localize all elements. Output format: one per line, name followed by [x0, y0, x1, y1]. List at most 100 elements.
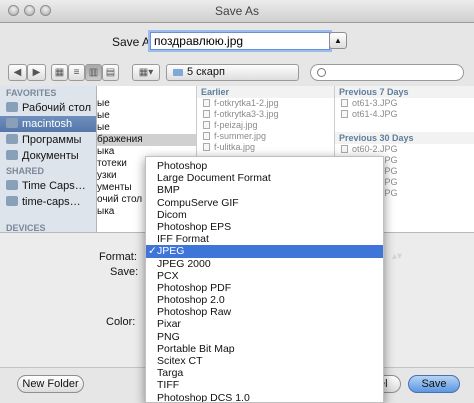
list-item[interactable]	[97, 86, 196, 98]
format-option-label: Targa	[157, 367, 184, 380]
format-option[interactable]: Dicom	[146, 209, 383, 221]
sidebar-item-time-capsule[interactable]: Time Caps…	[0, 178, 96, 194]
expand-dialog-button[interactable]: ▲	[329, 32, 347, 49]
sidebar-item-label: Рабочий стол	[22, 102, 92, 114]
network-drive-icon	[6, 180, 18, 190]
arrange-grid-icon: ▦▾	[138, 67, 154, 78]
format-option[interactable]: CompuServe GIF	[146, 197, 383, 209]
file-name: ot60-2.JPG	[352, 144, 398, 154]
file-item[interactable]: ot61-4.JPG	[335, 109, 474, 120]
image-file-icon	[203, 132, 210, 140]
file-name: f-otkrytka3-3.jpg	[214, 109, 279, 119]
sidebar-item-macintosh[interactable]: macintosh	[0, 116, 96, 132]
format-option[interactable]: PNG	[146, 331, 383, 343]
applications-icon	[6, 134, 18, 144]
save-as-dialog: Save As Save As: ▲ ◀ ▶ ▦ ≡ ▥ ▤ ▦▾ 5 скар…	[0, 0, 474, 403]
format-option-label: Portable Bit Map	[157, 342, 235, 355]
column-view-button[interactable]: ▥	[85, 64, 102, 81]
format-option[interactable]: Photoshop 2.0	[146, 294, 383, 306]
sidebar-item-label: Документы	[22, 150, 79, 162]
group-header: Earlier	[197, 86, 334, 98]
sidebar-item-desktop[interactable]: Рабочий стол	[0, 100, 96, 116]
file-name: f-ulitka.jpg	[214, 142, 256, 152]
format-option-label: JPEG	[157, 245, 185, 258]
format-option[interactable]: Large Document Format	[146, 172, 383, 184]
format-option[interactable]: Portable Bit Map	[146, 343, 383, 355]
format-option[interactable]: IFF Format	[146, 233, 383, 245]
search-field[interactable]	[310, 64, 464, 81]
format-option-selected[interactable]: ✓ JPEG	[146, 245, 383, 258]
back-button[interactable]: ◀	[8, 64, 27, 81]
checkmark-icon: ✓	[148, 245, 157, 258]
documents-icon	[6, 150, 18, 160]
format-option-label: TIFF	[157, 379, 180, 392]
list-item[interactable]: ые	[97, 110, 196, 122]
format-option-label: Photoshop Raw	[157, 306, 232, 319]
format-option-label: CompuServe GIF	[157, 196, 239, 209]
format-option[interactable]: Targa	[146, 367, 383, 379]
file-item[interactable]: f-otkrytka3-3.jpg	[197, 109, 334, 120]
format-option-label: BMP	[157, 184, 180, 197]
cover-flow-icon: ▤	[105, 67, 116, 78]
file-item[interactable]: ot60-2.JPG	[335, 144, 474, 155]
network-drive-icon	[6, 196, 18, 206]
icon-view-button[interactable]: ▦	[51, 64, 68, 81]
format-option[interactable]: Photoshop PDF	[146, 282, 383, 294]
format-option-label: PNG	[157, 330, 180, 343]
format-option[interactable]: Photoshop Raw	[146, 306, 383, 318]
sidebar-item-documents[interactable]: Документы	[0, 148, 96, 164]
format-option[interactable]: PCX	[146, 270, 383, 282]
format-option[interactable]: TIFF	[146, 379, 383, 391]
format-option-label: Photoshop 2.0	[157, 294, 225, 307]
image-file-icon	[341, 99, 348, 107]
group-header: Previous 7 Days	[335, 86, 474, 98]
folder-icon	[173, 69, 183, 76]
sidebar-item-label: macintosh	[22, 118, 73, 130]
sidebar-item-applications[interactable]: Программы	[0, 132, 96, 148]
format-option[interactable]: Photoshop EPS	[146, 221, 383, 233]
list-icon: ≡	[73, 67, 80, 78]
shared-header: SHARED	[6, 166, 45, 176]
file-item[interactable]: f-summer.jpg	[197, 131, 334, 142]
file-item[interactable]: f-peizaj.jpg	[197, 120, 334, 131]
new-folder-button[interactable]: New Folder	[17, 375, 84, 393]
location-label: 5 скарп	[187, 66, 225, 78]
list-view-button[interactable]: ≡	[68, 64, 85, 81]
group-header: Previous 30 Days	[335, 132, 474, 144]
file-item[interactable]: f-ulitka.jpg	[197, 142, 334, 153]
image-file-icon	[341, 145, 348, 153]
desktop-icon	[6, 102, 18, 112]
format-option[interactable]: BMP	[146, 184, 383, 196]
file-name: f-otkrytka1-2.jpg	[214, 98, 279, 108]
format-option-label: JPEG 2000	[157, 257, 211, 270]
format-label: Format:	[99, 251, 137, 263]
sidebar-item-time-capsule-2[interactable]: time-caps…	[0, 194, 96, 210]
arrange-button[interactable]: ▦▾	[132, 64, 160, 81]
format-option-label: IFF Format	[157, 233, 209, 246]
format-option-label: Pixar	[157, 318, 181, 331]
list-item[interactable]: ые	[97, 122, 196, 134]
format-option[interactable]: Photoshop DCS 1.0	[146, 391, 383, 403]
format-option[interactable]: Pixar	[146, 318, 383, 330]
list-item-selected[interactable]: бражения	[97, 134, 196, 146]
location-popup[interactable]: 5 скарп	[166, 64, 299, 81]
filename-input[interactable]	[150, 32, 330, 50]
forward-arrow-icon: ▶	[32, 67, 41, 78]
sidebar-item-label: time-caps…	[22, 196, 81, 208]
format-dropdown-menu: Photoshop Large Document Format BMP Comp…	[145, 156, 384, 403]
list-item[interactable]: ые	[97, 98, 196, 110]
triangle-up-icon: ▲	[334, 36, 342, 45]
format-option-label: Photoshop DCS 1.0	[157, 391, 250, 403]
cover-flow-button[interactable]: ▤	[102, 64, 119, 81]
file-item[interactable]: f-otkrytka1-2.jpg	[197, 98, 334, 109]
format-option[interactable]: Scitex CT	[146, 355, 383, 367]
format-option[interactable]: Photoshop	[146, 160, 383, 172]
image-file-icon	[203, 121, 210, 129]
file-item[interactable]: ot61-3.JPG	[335, 98, 474, 109]
format-option[interactable]: JPEG 2000	[146, 258, 383, 270]
forward-button[interactable]: ▶	[27, 64, 46, 81]
save-button[interactable]: Save	[408, 375, 460, 393]
format-popup-arrows: ▴▾	[392, 251, 403, 262]
columns-icon: ▥	[88, 67, 99, 78]
format-option-label: Photoshop EPS	[157, 220, 232, 233]
